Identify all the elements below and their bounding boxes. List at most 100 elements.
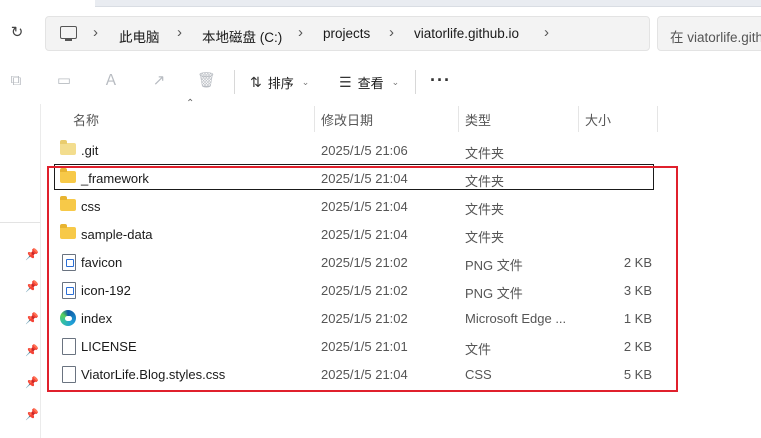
file-type: 文件 xyxy=(465,342,492,357)
file-date: 2025/1/5 21:04 xyxy=(321,171,408,186)
search-placeholder: 在 viatorlife.githu xyxy=(670,30,761,45)
file-name: LICENSE xyxy=(81,339,137,354)
file-name: css xyxy=(81,199,101,214)
column-divider[interactable] xyxy=(578,106,579,132)
file-type: 文件夹 xyxy=(465,146,505,161)
file-date: 2025/1/5 21:02 xyxy=(321,283,408,298)
view-icon: ☰ xyxy=(339,73,352,90)
column-header-size[interactable]: 大小 xyxy=(585,110,611,129)
chevron-down-icon: ⌄ xyxy=(301,76,310,87)
chevron-right-icon[interactable]: › xyxy=(177,24,182,41)
column-header-type[interactable]: 类型 xyxy=(465,110,491,129)
pin-icon[interactable]: 📌 xyxy=(25,345,39,357)
png-file-icon xyxy=(62,282,76,299)
file-date: 2025/1/5 21:04 xyxy=(321,199,408,214)
column-divider[interactable] xyxy=(657,106,658,132)
file-type: PNG 文件 xyxy=(465,286,523,301)
pin-icon[interactable]: 📌 xyxy=(25,249,39,261)
file-type: Microsoft Edge ... xyxy=(465,311,567,326)
file-date: 2025/1/5 21:04 xyxy=(321,367,408,382)
file-row-css[interactable]: css 2025/1/5 21:04 文件夹 xyxy=(54,192,654,220)
share-icon[interactable]: ↗ xyxy=(150,72,168,90)
file-row-sample-data[interactable]: sample-data 2025/1/5 21:04 文件夹 xyxy=(54,220,654,248)
folder-icon xyxy=(60,224,76,239)
file-type: 文件夹 xyxy=(465,202,505,217)
pin-icon[interactable]: 📌 xyxy=(25,281,39,293)
search-input[interactable]: 在 viatorlife.githu xyxy=(657,16,761,51)
sort-ascending-icon: ⌃ xyxy=(186,98,195,109)
column-divider[interactable] xyxy=(314,106,315,132)
chevron-right-icon[interactable]: › xyxy=(544,24,549,41)
file-name: ViatorLife.Blog.styles.css xyxy=(81,367,226,382)
file-date: 2025/1/5 21:02 xyxy=(321,255,408,270)
file-name: index xyxy=(81,311,113,326)
file-icon xyxy=(62,366,76,383)
file-name: sample-data xyxy=(81,227,153,242)
file-type: 文件夹 xyxy=(465,230,505,245)
view-button[interactable]: ☰ 查看 ⌄ xyxy=(339,70,399,94)
file-date: 2025/1/5 21:01 xyxy=(321,339,408,354)
paste-icon[interactable]: ▭ xyxy=(55,72,73,90)
chevron-right-icon[interactable]: › xyxy=(93,24,98,41)
breadcrumb-viatorlife[interactable]: viatorlife.github.io xyxy=(414,26,519,41)
file-type: 文件夹 xyxy=(465,174,505,189)
sort-icon: ⇅ xyxy=(250,73,262,90)
view-label: 查看 xyxy=(357,75,384,91)
file-date: 2025/1/5 21:06 xyxy=(321,143,408,158)
file-row-git[interactable]: .git 2025/1/5 21:06 文件夹 xyxy=(54,136,654,164)
column-header-date[interactable]: 修改日期 xyxy=(321,110,373,129)
file-type: CSS xyxy=(465,367,492,382)
address-bar[interactable]: › 此电脑 › 本地磁盘 (C:) › projects › viatorlif… xyxy=(45,16,650,51)
file-row-styles-css[interactable]: ViatorLife.Blog.styles.css 2025/1/5 21:0… xyxy=(54,360,654,388)
file-icon xyxy=(62,338,76,355)
more-options-button[interactable]: ··· xyxy=(430,70,451,91)
window-top-strip xyxy=(95,0,761,7)
command-bar: ⧉ ▭ Ａ ↗ 🗑 ⇅ 排序 ⌄ ☰ 查看 ⌄ ··· xyxy=(0,62,761,102)
delete-icon[interactable]: 🗑 xyxy=(197,72,216,90)
nav-pane-divider xyxy=(0,222,40,223)
png-file-icon xyxy=(62,254,76,271)
nav-pane-border xyxy=(40,104,41,438)
chevron-right-icon[interactable]: › xyxy=(298,24,303,41)
file-name: favicon xyxy=(81,255,123,270)
file-name: icon-192 xyxy=(81,283,131,298)
file-name: _framework xyxy=(81,171,149,186)
file-row-framework[interactable]: _framework 2025/1/5 21:04 文件夹 xyxy=(54,164,654,190)
rename-icon[interactable]: Ａ xyxy=(102,72,120,90)
breadcrumb-this-pc[interactable]: 此电脑 xyxy=(119,26,160,46)
address-row: ↻ › 此电脑 › 本地磁盘 (C:) › projects › viatorl… xyxy=(0,14,761,52)
folder-icon xyxy=(60,196,76,211)
file-row-favicon[interactable]: favicon 2025/1/5 21:02 PNG 文件 2 KB xyxy=(54,248,654,276)
copy-icon[interactable]: ⧉ xyxy=(7,72,25,90)
file-row-index[interactable]: index 2025/1/5 21:02 Microsoft Edge ... … xyxy=(54,304,654,332)
edge-icon xyxy=(60,310,76,326)
breadcrumb-local-disk[interactable]: 本地磁盘 (C:) xyxy=(202,26,282,46)
pin-icon[interactable]: 📌 xyxy=(25,409,39,421)
toolbar-divider xyxy=(234,70,235,94)
toolbar-divider xyxy=(415,70,416,94)
pin-icon[interactable]: 📌 xyxy=(25,377,39,389)
column-header-name[interactable]: 名称 xyxy=(73,110,99,129)
file-size: 1 KB xyxy=(623,311,652,326)
folder-icon xyxy=(60,140,76,155)
file-size: 5 KB xyxy=(623,367,652,382)
chevron-right-icon[interactable]: › xyxy=(389,24,394,41)
file-row-icon-192[interactable]: icon-192 2025/1/5 21:02 PNG 文件 3 KB xyxy=(54,276,654,304)
file-name: .git xyxy=(81,143,99,158)
column-divider[interactable] xyxy=(458,106,459,132)
file-size: 2 KB xyxy=(623,255,652,270)
folder-icon xyxy=(60,168,76,183)
this-pc-icon[interactable] xyxy=(60,26,77,41)
pin-icon[interactable]: 📌 xyxy=(25,313,39,325)
file-size: 2 KB xyxy=(623,339,652,354)
file-type: PNG 文件 xyxy=(465,258,523,273)
sort-button[interactable]: ⇅ 排序 ⌄ xyxy=(250,70,309,94)
file-date: 2025/1/5 21:02 xyxy=(321,311,408,326)
sort-label: 排序 xyxy=(267,75,294,91)
breadcrumb-projects[interactable]: projects xyxy=(323,26,370,41)
file-size: 3 KB xyxy=(623,283,652,298)
refresh-icon[interactable]: ↻ xyxy=(8,24,26,42)
file-date: 2025/1/5 21:04 xyxy=(321,227,408,242)
file-row-license[interactable]: LICENSE 2025/1/5 21:01 文件 2 KB xyxy=(54,332,654,360)
chevron-down-icon: ⌄ xyxy=(391,76,400,87)
